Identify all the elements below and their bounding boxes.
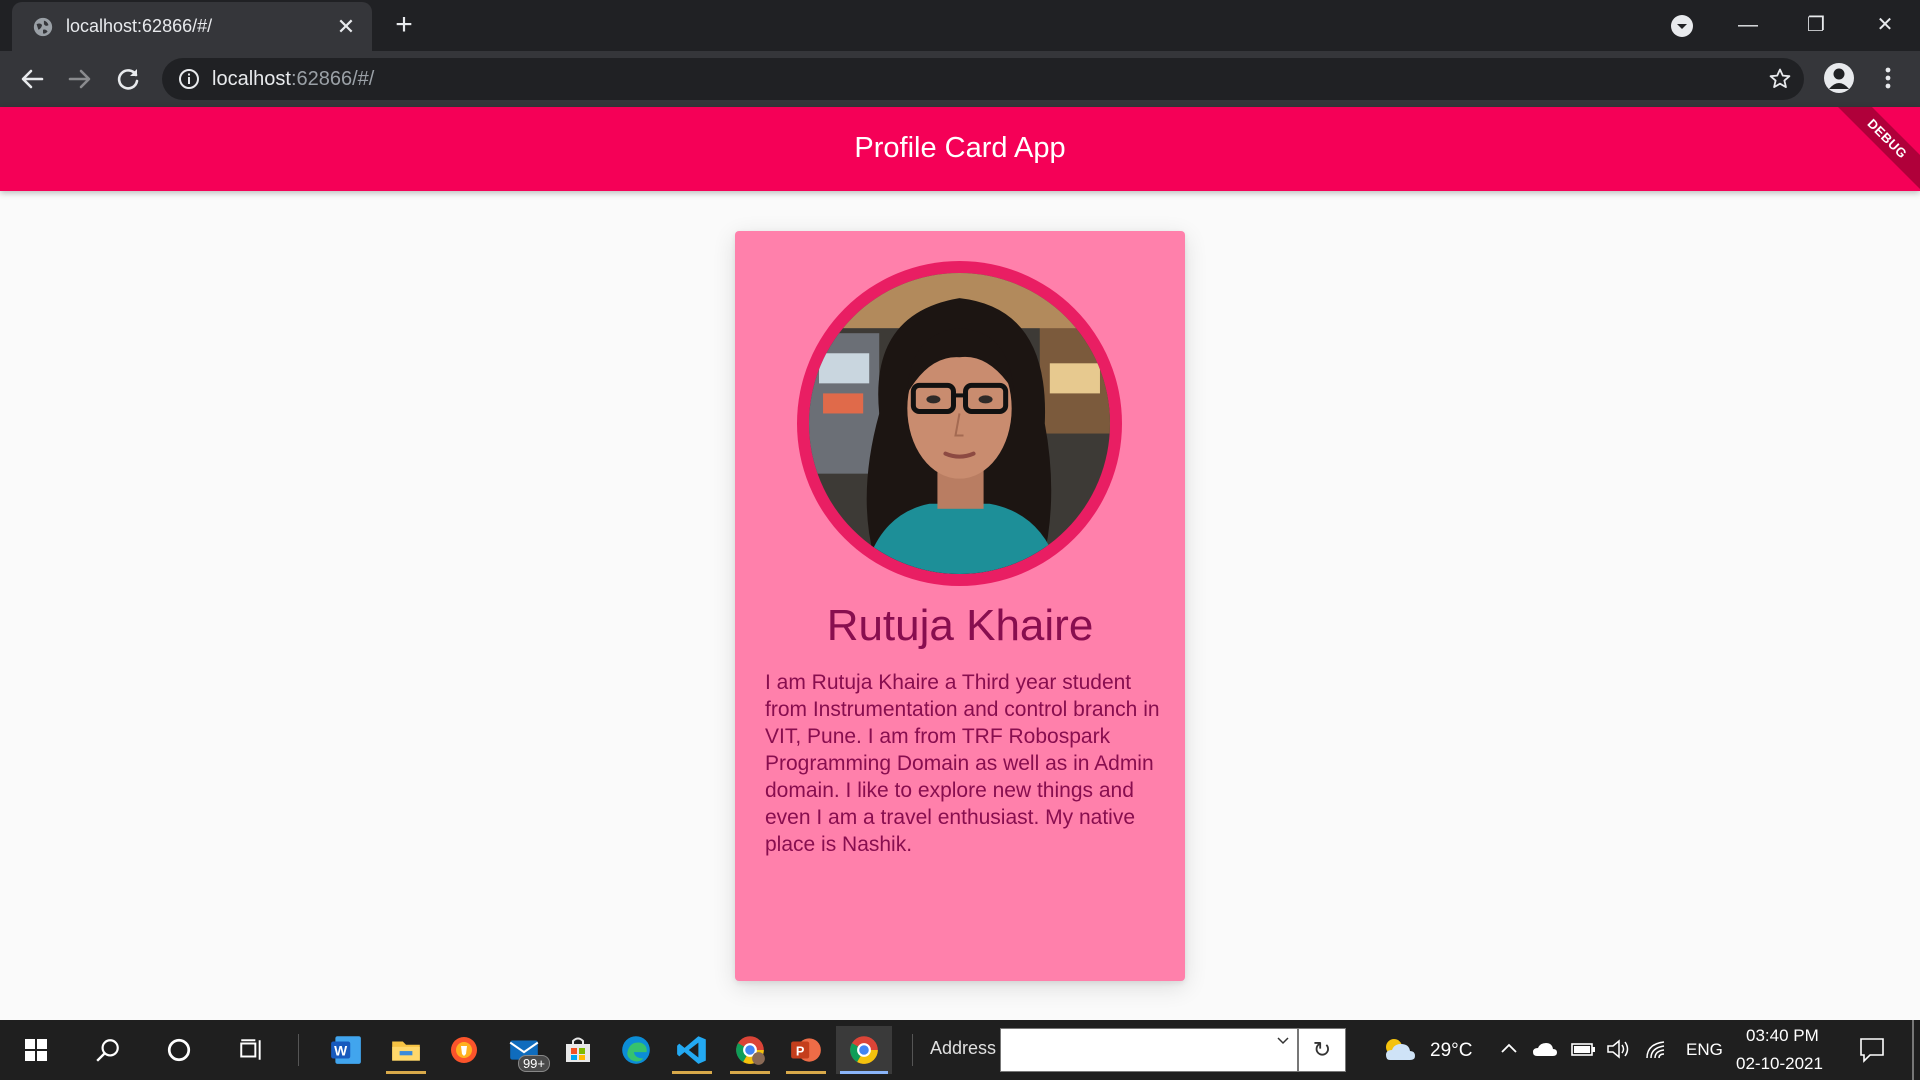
bookmark-star-icon[interactable] (1768, 67, 1792, 91)
brave-icon[interactable] (440, 1026, 488, 1074)
taskbar-divider (298, 1034, 299, 1066)
reload-icon[interactable] (112, 63, 144, 95)
wifi-icon[interactable] (1644, 1038, 1668, 1060)
chrome-icon[interactable] (836, 1026, 892, 1074)
tab-title: localhost:62866/#/ (66, 16, 213, 36)
clock-date[interactable]: 02-10-2021 (1736, 1054, 1823, 1074)
profile-bio: I am Rutuja Khaire a Third year student … (765, 671, 1160, 856)
info-icon[interactable] (178, 68, 200, 90)
file-explorer-icon[interactable] (382, 1026, 430, 1074)
task-view-icon[interactable] (227, 1026, 275, 1074)
chrome-profile-icon[interactable] (726, 1026, 774, 1074)
notification-center-icon[interactable] (1858, 1036, 1886, 1064)
address-toolbar-label: Address (930, 1038, 997, 1058)
new-tab-button[interactable]: + (390, 10, 418, 40)
running-indicator (386, 1071, 426, 1074)
onedrive-cloud-icon[interactable] (1532, 1040, 1558, 1058)
debug-banner-label: DEBUG (1834, 107, 1920, 193)
mail-icon[interactable]: 99+ (500, 1026, 550, 1074)
profile-name: Rutuja Khaire (826, 601, 1094, 650)
store-icon[interactable] (554, 1026, 602, 1074)
windows-taskbar: W 99+ P Address ↻ 29°C ENG 03:40 PM 02-1… (0, 1020, 1920, 1080)
address-go-button[interactable]: ↻ (1298, 1028, 1346, 1072)
avatar-ring (797, 261, 1122, 586)
address-toolbar-input[interactable] (1000, 1028, 1298, 1072)
app-title: Profile Card App (854, 132, 1066, 164)
profile-photo (809, 273, 1110, 574)
cortana-icon[interactable] (155, 1026, 203, 1074)
vscode-icon[interactable] (668, 1026, 716, 1074)
back-arrow-icon[interactable] (16, 63, 48, 95)
minimize-button[interactable]: — (1725, 10, 1771, 40)
app-bar: Profile Card App (0, 107, 1920, 191)
debug-banner: DEBUG (1834, 107, 1920, 193)
windows-start-icon[interactable] (12, 1026, 60, 1074)
close-window-button[interactable]: ✕ (1862, 10, 1908, 40)
browser-toolbar: localhost:62866/#/ (0, 51, 1920, 107)
weather-temp[interactable]: 29°C (1430, 1040, 1472, 1062)
tab-search-icon[interactable] (1670, 14, 1694, 38)
weather-cloud-icon[interactable] (1382, 1036, 1418, 1064)
battery-icon[interactable] (1570, 1040, 1596, 1058)
forward-arrow-icon[interactable] (64, 63, 96, 95)
edge-icon[interactable] (612, 1026, 660, 1074)
language-indicator[interactable]: ENG (1686, 1040, 1723, 1060)
running-indicator (840, 1071, 888, 1074)
svg-text:P: P (796, 1043, 805, 1058)
taskbar-divider (912, 1034, 913, 1066)
chevron-down-icon[interactable] (1277, 1037, 1289, 1045)
search-icon[interactable] (84, 1026, 132, 1074)
browser-tab[interactable]: localhost:62866/#/ ✕ (12, 2, 372, 51)
running-indicator (730, 1071, 770, 1074)
powerpoint-icon[interactable]: P (782, 1026, 830, 1074)
mail-badge: 99+ (517, 1055, 550, 1072)
address-bar[interactable]: localhost:62866/#/ (162, 58, 1804, 100)
globe-icon (33, 17, 53, 37)
url-text[interactable]: localhost:62866/#/ (212, 68, 374, 91)
volume-icon[interactable] (1606, 1038, 1632, 1060)
word-icon[interactable]: W (322, 1026, 370, 1074)
kebab-menu-icon[interactable] (1878, 63, 1898, 93)
clock-time[interactable]: 03:40 PM (1746, 1026, 1819, 1046)
chevron-up-icon[interactable] (1500, 1042, 1518, 1054)
running-indicator (672, 1071, 712, 1074)
svg-text:W: W (334, 1042, 348, 1058)
profile-avatar-icon[interactable] (1824, 63, 1854, 93)
show-desktop-strip[interactable] (1912, 1020, 1914, 1080)
running-indicator (786, 1071, 826, 1074)
restore-button[interactable]: ❐ (1793, 10, 1839, 40)
profile-card: Rutuja Khaire I am Rutuja Khaire a Third… (735, 231, 1185, 981)
tab-close-icon[interactable]: ✕ (334, 15, 358, 39)
browser-tab-strip: localhost:62866/#/ ✕ + — ❐ ✕ (0, 0, 1920, 51)
